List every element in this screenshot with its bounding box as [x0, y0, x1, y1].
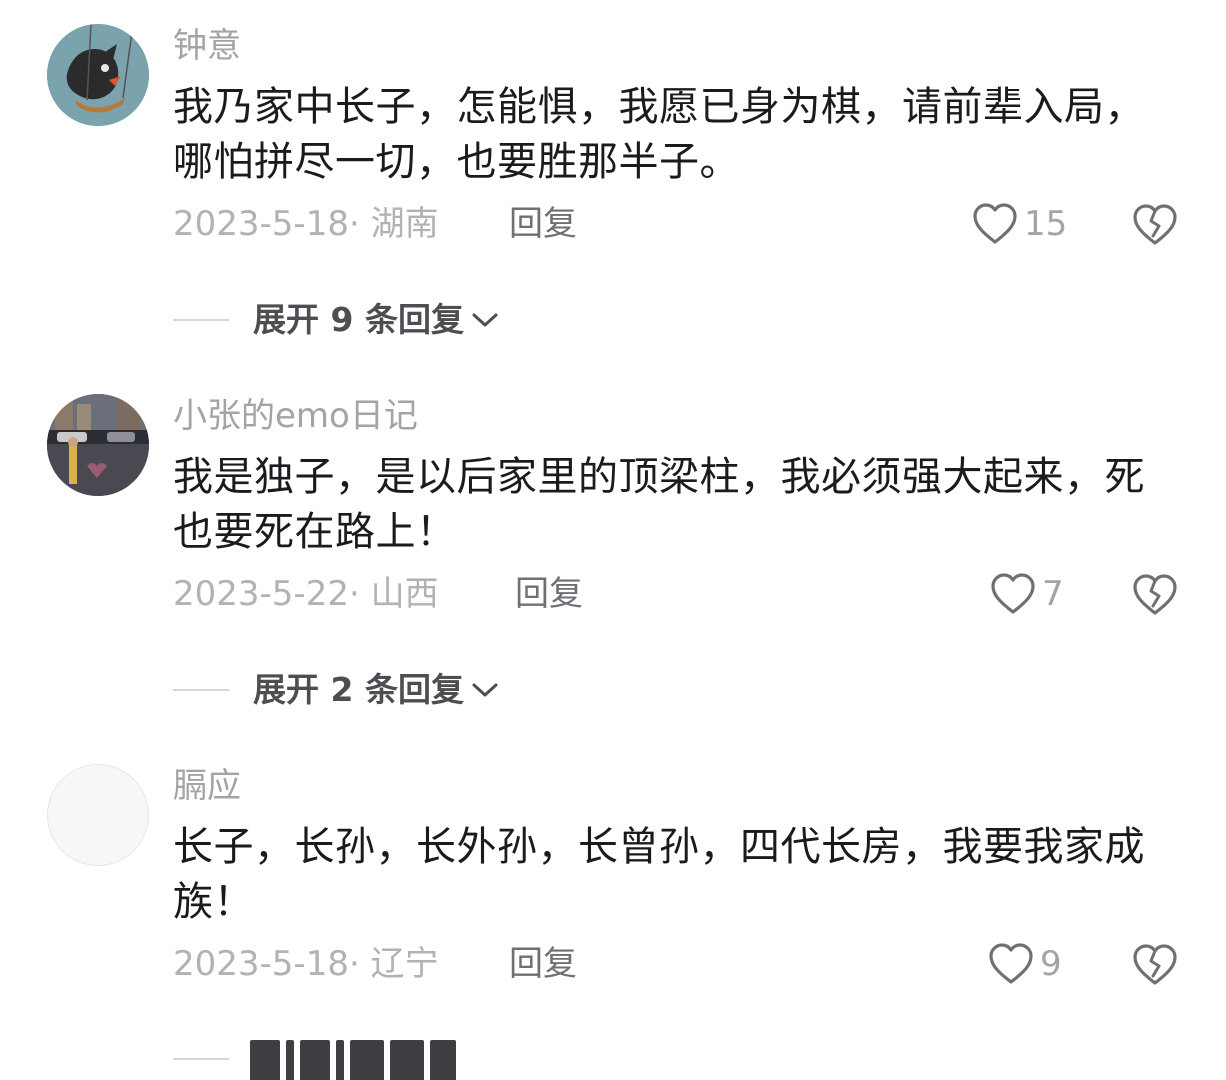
- like-button[interactable]: 7: [990, 570, 1064, 618]
- like-button[interactable]: 15: [972, 200, 1067, 248]
- avatar[interactable]: [47, 764, 149, 866]
- heart-outline-icon: [973, 203, 1017, 244]
- broken-heart-icon: [1133, 204, 1177, 245]
- username[interactable]: 小张的emo日记: [173, 396, 418, 436]
- reply-button[interactable]: 回复: [515, 572, 583, 616]
- comment-meta: 2023-5-18· 湖南 回复: [173, 202, 577, 246]
- broken-heart-icon: [1133, 574, 1177, 615]
- heart-outline-icon: [989, 943, 1033, 984]
- date-location: 2023-5-22· 山西: [173, 574, 439, 614]
- comment-meta: 2023-5-18· 辽宁 回复: [173, 942, 577, 986]
- dislike-button[interactable]: [1132, 202, 1178, 248]
- username[interactable]: 膈应: [173, 766, 241, 806]
- expand-replies[interactable]: 展开 2 条回复: [173, 668, 500, 712]
- expand-replies-clipped[interactable]: [250, 1040, 456, 1080]
- date-location: 2023-5-18· 辽宁: [173, 944, 439, 984]
- chevron-down-icon: [472, 683, 498, 697]
- divider: [173, 319, 229, 321]
- expand-replies-label: 展开 2 条回复: [253, 670, 464, 709]
- divider: [173, 689, 229, 691]
- comment-meta: 2023-5-22· 山西 回复: [173, 572, 583, 616]
- avatar[interactable]: [47, 24, 149, 126]
- chevron-down-icon: [472, 313, 498, 327]
- username[interactable]: 钟意: [173, 26, 241, 66]
- expand-replies-label: 展开 9 条回复: [253, 300, 464, 339]
- comment-text: 我是独子，是以后家里的顶梁柱，我必须强大起来，死也要死在路上！: [173, 454, 1145, 555]
- date-location: 2023-5-18· 湖南: [173, 204, 439, 244]
- reply-button[interactable]: 回复: [509, 942, 577, 986]
- broken-heart-icon: [1133, 944, 1177, 985]
- like-count: 15: [1024, 204, 1068, 244]
- divider: [173, 1058, 229, 1060]
- expand-replies[interactable]: 展开 9 条回复: [173, 298, 500, 342]
- comment-text: 我乃家中长子，怎能惧，我愿已身为棋，请前辈入局，哪怕拼尽一切，也要胜那半子。: [173, 84, 1145, 185]
- dislike-button[interactable]: [1132, 942, 1178, 988]
- dislike-button[interactable]: [1132, 572, 1178, 618]
- reply-button[interactable]: 回复: [509, 202, 577, 246]
- like-count: 9: [1040, 944, 1062, 984]
- heart-outline-icon: [991, 573, 1035, 614]
- avatar[interactable]: [47, 394, 149, 496]
- like-button[interactable]: 9: [988, 940, 1062, 988]
- comment-text: 长子，长孙，长外孙，长曾孙，四代长房，我要我家成族！: [173, 824, 1145, 925]
- like-count: 7: [1042, 574, 1064, 614]
